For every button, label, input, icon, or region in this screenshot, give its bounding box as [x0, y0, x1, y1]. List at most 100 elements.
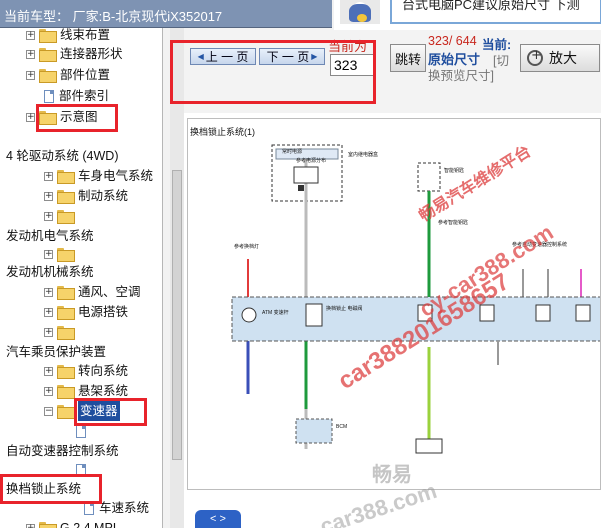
tree-item-document[interactable]: [76, 460, 91, 480]
tree-item-folder[interactable]: +: [44, 206, 78, 226]
tree-item-suspension[interactable]: + 悬架系统: [44, 381, 128, 401]
current-page-label: 当前为: [328, 39, 368, 54]
tree-item-vehicle-speed[interactable]: 车速系统: [84, 498, 149, 518]
chapter-tree[interactable]: + 线束布置 + 连接器形状 + 部件位置 部件索引 + 示意图 4 轮驱动系统…: [0, 28, 163, 528]
collapse-icon[interactable]: −: [44, 406, 53, 416]
tree-item-label: 悬架系统: [78, 384, 129, 398]
arrow-left-icon: ◀: [197, 52, 204, 61]
folder-icon: [39, 522, 57, 528]
tree-item-schematic[interactable]: + 示意图: [26, 107, 98, 127]
expand-icon[interactable]: +: [44, 327, 53, 337]
folder-open-icon: [57, 405, 75, 419]
diagram-label: BCM: [336, 424, 348, 430]
tree-group-label: 汽车乘员保护装置: [6, 345, 107, 359]
tree-item-power-ground[interactable]: + 电源搭铁: [44, 302, 128, 322]
tree-item-label: 车速系统: [99, 501, 150, 515]
page-status: 323/ 644: [428, 34, 477, 48]
expand-icon[interactable]: +: [26, 112, 35, 122]
expand-icon[interactable]: +: [26, 30, 35, 40]
diagram-label: 参考自动变速器控制系统: [512, 242, 568, 248]
folder-icon: [39, 48, 57, 62]
diagram-label: 常时电源: [282, 149, 303, 155]
diagram-label: 室内继电器盒: [348, 152, 379, 158]
tree-item-g24-mpi[interactable]: + G 2.4 MPI: [26, 518, 116, 528]
bottom-nav-tab[interactable]: < >: [195, 510, 241, 528]
tree-item-hvac[interactable]: + 通风、空调: [44, 282, 141, 302]
tree-item-label: 通风、空调: [78, 285, 141, 299]
page-number-input[interactable]: [330, 54, 376, 76]
expand-icon[interactable]: +: [44, 211, 53, 221]
tree-item-folder[interactable]: +: [44, 322, 78, 342]
tree-item-connector-shape[interactable]: + 连接器形状: [26, 44, 123, 64]
ad-banner[interactable]: 台式电脑PC建议原始尺寸 下测: [334, 0, 601, 30]
expand-icon[interactable]: +: [26, 70, 35, 80]
next-page-label: 下 一 页: [266, 50, 310, 64]
expand-icon[interactable]: +: [26, 523, 35, 528]
jump-button[interactable]: 跳转: [390, 44, 426, 72]
tree-item-label: 示意图: [60, 110, 98, 124]
expand-icon[interactable]: +: [26, 49, 35, 59]
folder-icon: [57, 248, 75, 262]
tree-group-label: 换档锁止系统: [6, 482, 82, 496]
expand-icon[interactable]: +: [44, 249, 53, 259]
tree-item-label: 转向系统: [78, 364, 129, 378]
tree-group-shift-lock-system[interactable]: 换档锁止系统: [6, 479, 81, 499]
expand-icon[interactable]: +: [44, 386, 53, 396]
tree-item-document[interactable]: [76, 421, 91, 441]
tree-group-4wd[interactable]: 4 轮驱动系统 (4WD): [6, 146, 119, 166]
diagram-label: 参考换档灯: [234, 244, 260, 250]
folder-icon: [57, 170, 75, 184]
diagram-label: 换档锁止 电磁阀: [326, 306, 363, 312]
tree-item-brake-system[interactable]: + 制动系统: [44, 186, 128, 206]
tree-item-body-electrical[interactable]: + 车身电气系统: [44, 166, 153, 186]
expand-icon[interactable]: +: [44, 287, 53, 297]
zoom-label: 放大: [549, 50, 577, 66]
tree-group-label: 4 轮驱动系统 (4WD): [6, 149, 119, 163]
expand-icon[interactable]: +: [44, 171, 53, 181]
folder-icon: [57, 190, 75, 204]
tree-item-component-index[interactable]: 部件索引: [44, 86, 109, 106]
tree-item-folder[interactable]: +: [44, 244, 78, 264]
tree-item-steering[interactable]: + 转向系统: [44, 361, 128, 381]
folder-icon: [57, 326, 75, 340]
tree-item-label: G 2.4 MPI: [60, 521, 117, 528]
tree-item-component-location[interactable]: + 部件位置: [26, 65, 110, 85]
tree-group-label: 自动变速器控制系统: [6, 444, 119, 458]
wiring-diagram[interactable]: 常时电源 室内继电器盒 参考电源分布 智能钥匙 参考智能钥匙 参考换档灯 参考自…: [187, 118, 601, 490]
document-icon: [76, 463, 86, 477]
document-icon: [76, 424, 86, 438]
diagram-label: 智能钥匙: [444, 168, 465, 174]
tree-group-label: 发动机机械系统: [6, 265, 94, 279]
diagram-label: 参考智能钥匙: [438, 220, 469, 226]
window-title-bar: 当前车型： 厂家:B-北京现代iX352017: [0, 0, 332, 28]
folder-icon: [39, 111, 57, 125]
expand-icon[interactable]: +: [44, 366, 53, 376]
tree-item-label: 制动系统: [78, 189, 129, 203]
next-page-button[interactable]: 下 一 页 ▶: [259, 48, 325, 65]
tree-item-label: 变速器: [78, 401, 120, 421]
window-title: 当前车型： 厂家:B-北京现代iX352017: [4, 9, 223, 24]
tree-item-label: 部件位置: [60, 68, 111, 82]
prev-page-label: 上 一 页: [205, 50, 249, 64]
switch-preview-link[interactable]: 换预览尺寸]: [428, 65, 494, 84]
expand-icon[interactable]: +: [44, 191, 53, 201]
arrow-right-icon: ▶: [311, 52, 318, 61]
tree-item-label: 线束布置: [60, 28, 111, 42]
prev-page-button[interactable]: ◀ 上 一 页: [190, 48, 256, 65]
diagram-label: 参考电源分布: [296, 158, 327, 164]
tree-item-harness-layout[interactable]: + 线束布置: [26, 28, 110, 45]
tree-item-label: 部件索引: [59, 89, 110, 103]
expand-icon[interactable]: +: [44, 307, 53, 317]
tree-group-engine-electrical[interactable]: 发动机电气系统: [6, 226, 94, 246]
tree-scrollbar-thumb[interactable]: [172, 170, 182, 460]
tree-item-transmission[interactable]: − 变速器: [44, 401, 120, 421]
tree-item-label: 车身电气系统: [78, 169, 154, 183]
zoom-in-button[interactable]: 放大: [520, 44, 600, 72]
tree-group-engine-mechanical[interactable]: 发动机机械系统: [6, 262, 94, 282]
diagram-title: 换档锁止系统(1): [190, 127, 255, 137]
folder-icon: [39, 29, 57, 43]
tree-group-auto-transmission-control[interactable]: 自动变速器控制系统: [6, 441, 119, 461]
folder-icon: [57, 286, 75, 300]
ad-banner-text: 台式电脑PC建议原始尺寸 下测: [402, 0, 580, 12]
tree-group-occupant-protection[interactable]: 汽车乘员保护装置: [6, 342, 106, 362]
